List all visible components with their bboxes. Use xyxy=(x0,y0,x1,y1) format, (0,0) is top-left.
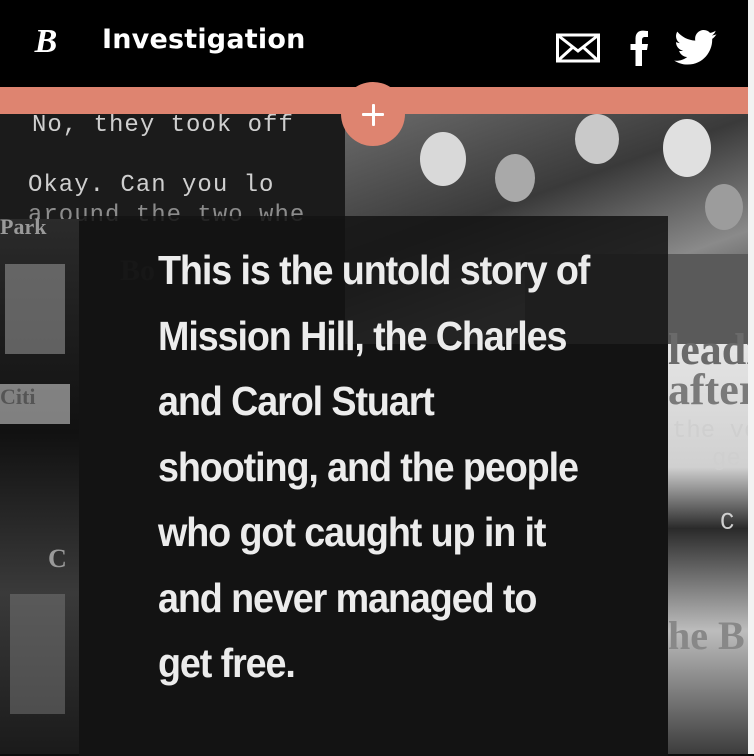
newsprint-fragment: ge xyxy=(712,446,741,473)
typewriter-transcript: No, they took off Okay. Can you lo aroun… xyxy=(0,114,345,229)
scroll-edge xyxy=(748,0,754,754)
newsprint-fragment: C xyxy=(48,544,67,573)
newsprint-fragment: the ven xyxy=(672,418,748,445)
newsprint-fragment: C xyxy=(720,510,735,537)
transcript-line: No, they took off xyxy=(32,114,294,139)
newsprint-fragment: he B xyxy=(668,613,745,658)
facebook-icon[interactable] xyxy=(628,30,650,67)
mail-icon[interactable] xyxy=(556,30,600,66)
story-card: This is the untold story of Mission Hill… xyxy=(79,216,668,756)
newsprint-fragment: after shooting in xyxy=(668,365,748,414)
twitter-icon[interactable] xyxy=(674,30,718,66)
section-title[interactable]: Investigation xyxy=(102,20,306,60)
site-header: B Investigation xyxy=(0,0,754,87)
transcript-line: Okay. Can you lo xyxy=(28,172,275,199)
newsprint-fragment: Citi xyxy=(0,384,36,409)
newsprint-fragment: Park xyxy=(0,214,47,239)
globe-logo[interactable]: B xyxy=(30,22,62,62)
plus-icon[interactable] xyxy=(341,82,405,146)
story-headline: This is the untold story of Mission Hill… xyxy=(158,247,590,686)
